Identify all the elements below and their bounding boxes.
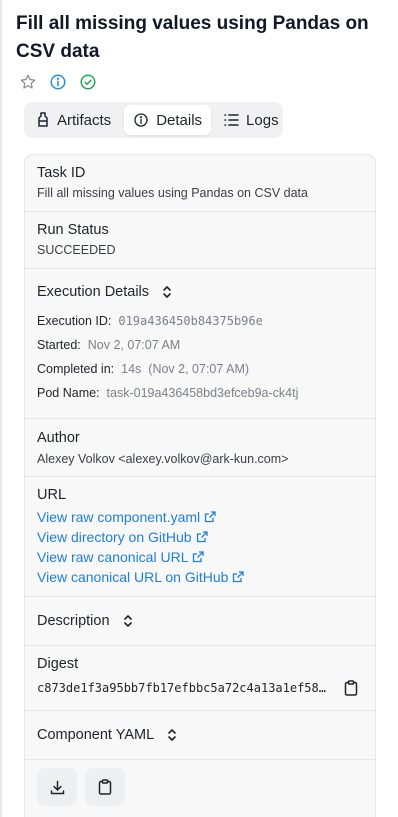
external-link-icon	[205, 511, 216, 523]
link-text: View raw component.yaml	[37, 509, 201, 525]
external-link-icon	[193, 551, 205, 563]
author-label: Author	[37, 430, 80, 446]
digest-section: Digest c873de1f3a95bb7fb17efbbc5a72c4a13…	[25, 646, 375, 711]
status-icons	[19, 73, 97, 91]
author-value: Alexey Volkov <alexey.volkov@ark-kun.com…	[37, 452, 289, 466]
clipboard-icon	[98, 779, 112, 795]
external-link-icon	[233, 571, 245, 583]
completed-duration: 14s	[121, 362, 142, 376]
task-id-section: Task ID Fill all missing values using Pa…	[25, 155, 375, 212]
component-yaml-section[interactable]: Component YAML	[25, 711, 375, 760]
run-status-label: Run Status	[37, 222, 109, 238]
chevron-up-down-icon[interactable]	[161, 285, 173, 299]
star-icon[interactable]	[19, 73, 37, 91]
page-title: Fill all missing values using Pandas on …	[16, 13, 369, 62]
yaml-actions	[25, 760, 375, 814]
completed-row: Completed in: 14s (Nov 2, 07:07 AM)	[37, 357, 363, 381]
execution-details-label: Execution Details	[37, 284, 150, 300]
description-label: Description	[37, 613, 110, 629]
left-divider	[0, 0, 2, 817]
link-raw-canonical-url[interactable]: View raw canonical URL	[37, 547, 363, 567]
digest-value: c873de1f3a95bb7fb17efbbc5a72c4a13a1ef58…	[37, 681, 326, 695]
clipboard-icon[interactable]	[344, 680, 358, 696]
external-link-icon	[196, 531, 208, 543]
execution-details-section: Execution Details Execution ID: 019a4364…	[25, 269, 375, 419]
task-id-label: Task ID	[37, 165, 86, 181]
pod-name-value: task-019a436458bd3efceb9a-ck4tj	[106, 386, 299, 400]
copy-yaml-button[interactable]	[85, 768, 125, 806]
chevron-up-down-icon[interactable]	[166, 728, 178, 742]
info-icon	[134, 113, 148, 127]
tab-details-label: Details	[156, 111, 203, 129]
list-icon	[224, 114, 239, 126]
digest-label: Digest	[37, 656, 79, 672]
started-label: Started:	[37, 338, 81, 352]
check-circle-icon[interactable]	[79, 73, 97, 91]
link-raw-component-yaml[interactable]: View raw component.yaml	[37, 507, 363, 527]
link-text: View canonical URL on GitHub	[37, 569, 229, 585]
download-icon	[50, 780, 64, 794]
started-row: Started: Nov 2, 07:07 AM	[37, 333, 363, 357]
tab-artifacts[interactable]: Artifacts	[27, 105, 120, 135]
chevron-up-down-icon[interactable]	[122, 614, 134, 628]
execution-details-header[interactable]: Execution Details	[37, 284, 363, 300]
artifacts-icon	[38, 112, 48, 127]
pod-name-label: Pod Name:	[37, 386, 100, 400]
component-yaml-label: Component YAML	[37, 727, 155, 743]
execution-id-label: Execution ID:	[37, 314, 112, 328]
url-label: URL	[37, 487, 67, 503]
link-text: View raw canonical URL	[37, 549, 189, 565]
task-id-value: Fill all missing values using Pandas on …	[37, 186, 308, 200]
pod-name-row: Pod Name: task-019a436458bd3efceb9a-ck4t…	[37, 381, 363, 405]
tab-details[interactable]: Details	[124, 105, 212, 135]
description-section[interactable]: Description	[25, 597, 375, 646]
run-status-section: Run Status SUCCEEDED	[25, 212, 375, 269]
tab-bar: Artifacts Details Logs	[24, 102, 283, 138]
link-directory-github[interactable]: View directory on GitHub	[37, 527, 363, 547]
tab-artifacts-label: Artifacts	[57, 111, 112, 129]
completed-time: (Nov 2, 07:07 AM)	[148, 362, 250, 376]
tab-logs-label: Logs	[246, 111, 279, 129]
info-icon[interactable]	[49, 73, 67, 91]
run-status-value: SUCCEEDED	[37, 243, 116, 257]
details-panel: Task ID Fill all missing values using Pa…	[24, 154, 376, 817]
link-text: View directory on GitHub	[37, 529, 192, 545]
started-value: Nov 2, 07:07 AM	[87, 338, 181, 352]
execution-id-row: Execution ID: 019a436450b84375b96e	[37, 309, 363, 333]
completed-label: Completed in:	[37, 362, 115, 376]
execution-id-value: 019a436450b84375b96e	[118, 314, 263, 328]
author-section: Author Alexey Volkov <alexey.volkov@ark-…	[25, 419, 375, 477]
download-button[interactable]	[37, 768, 77, 806]
tab-logs[interactable]: Logs	[215, 105, 288, 135]
url-section: URL View raw component.yaml View directo…	[25, 477, 375, 597]
link-canonical-url-github[interactable]: View canonical URL on GitHub	[37, 567, 363, 587]
